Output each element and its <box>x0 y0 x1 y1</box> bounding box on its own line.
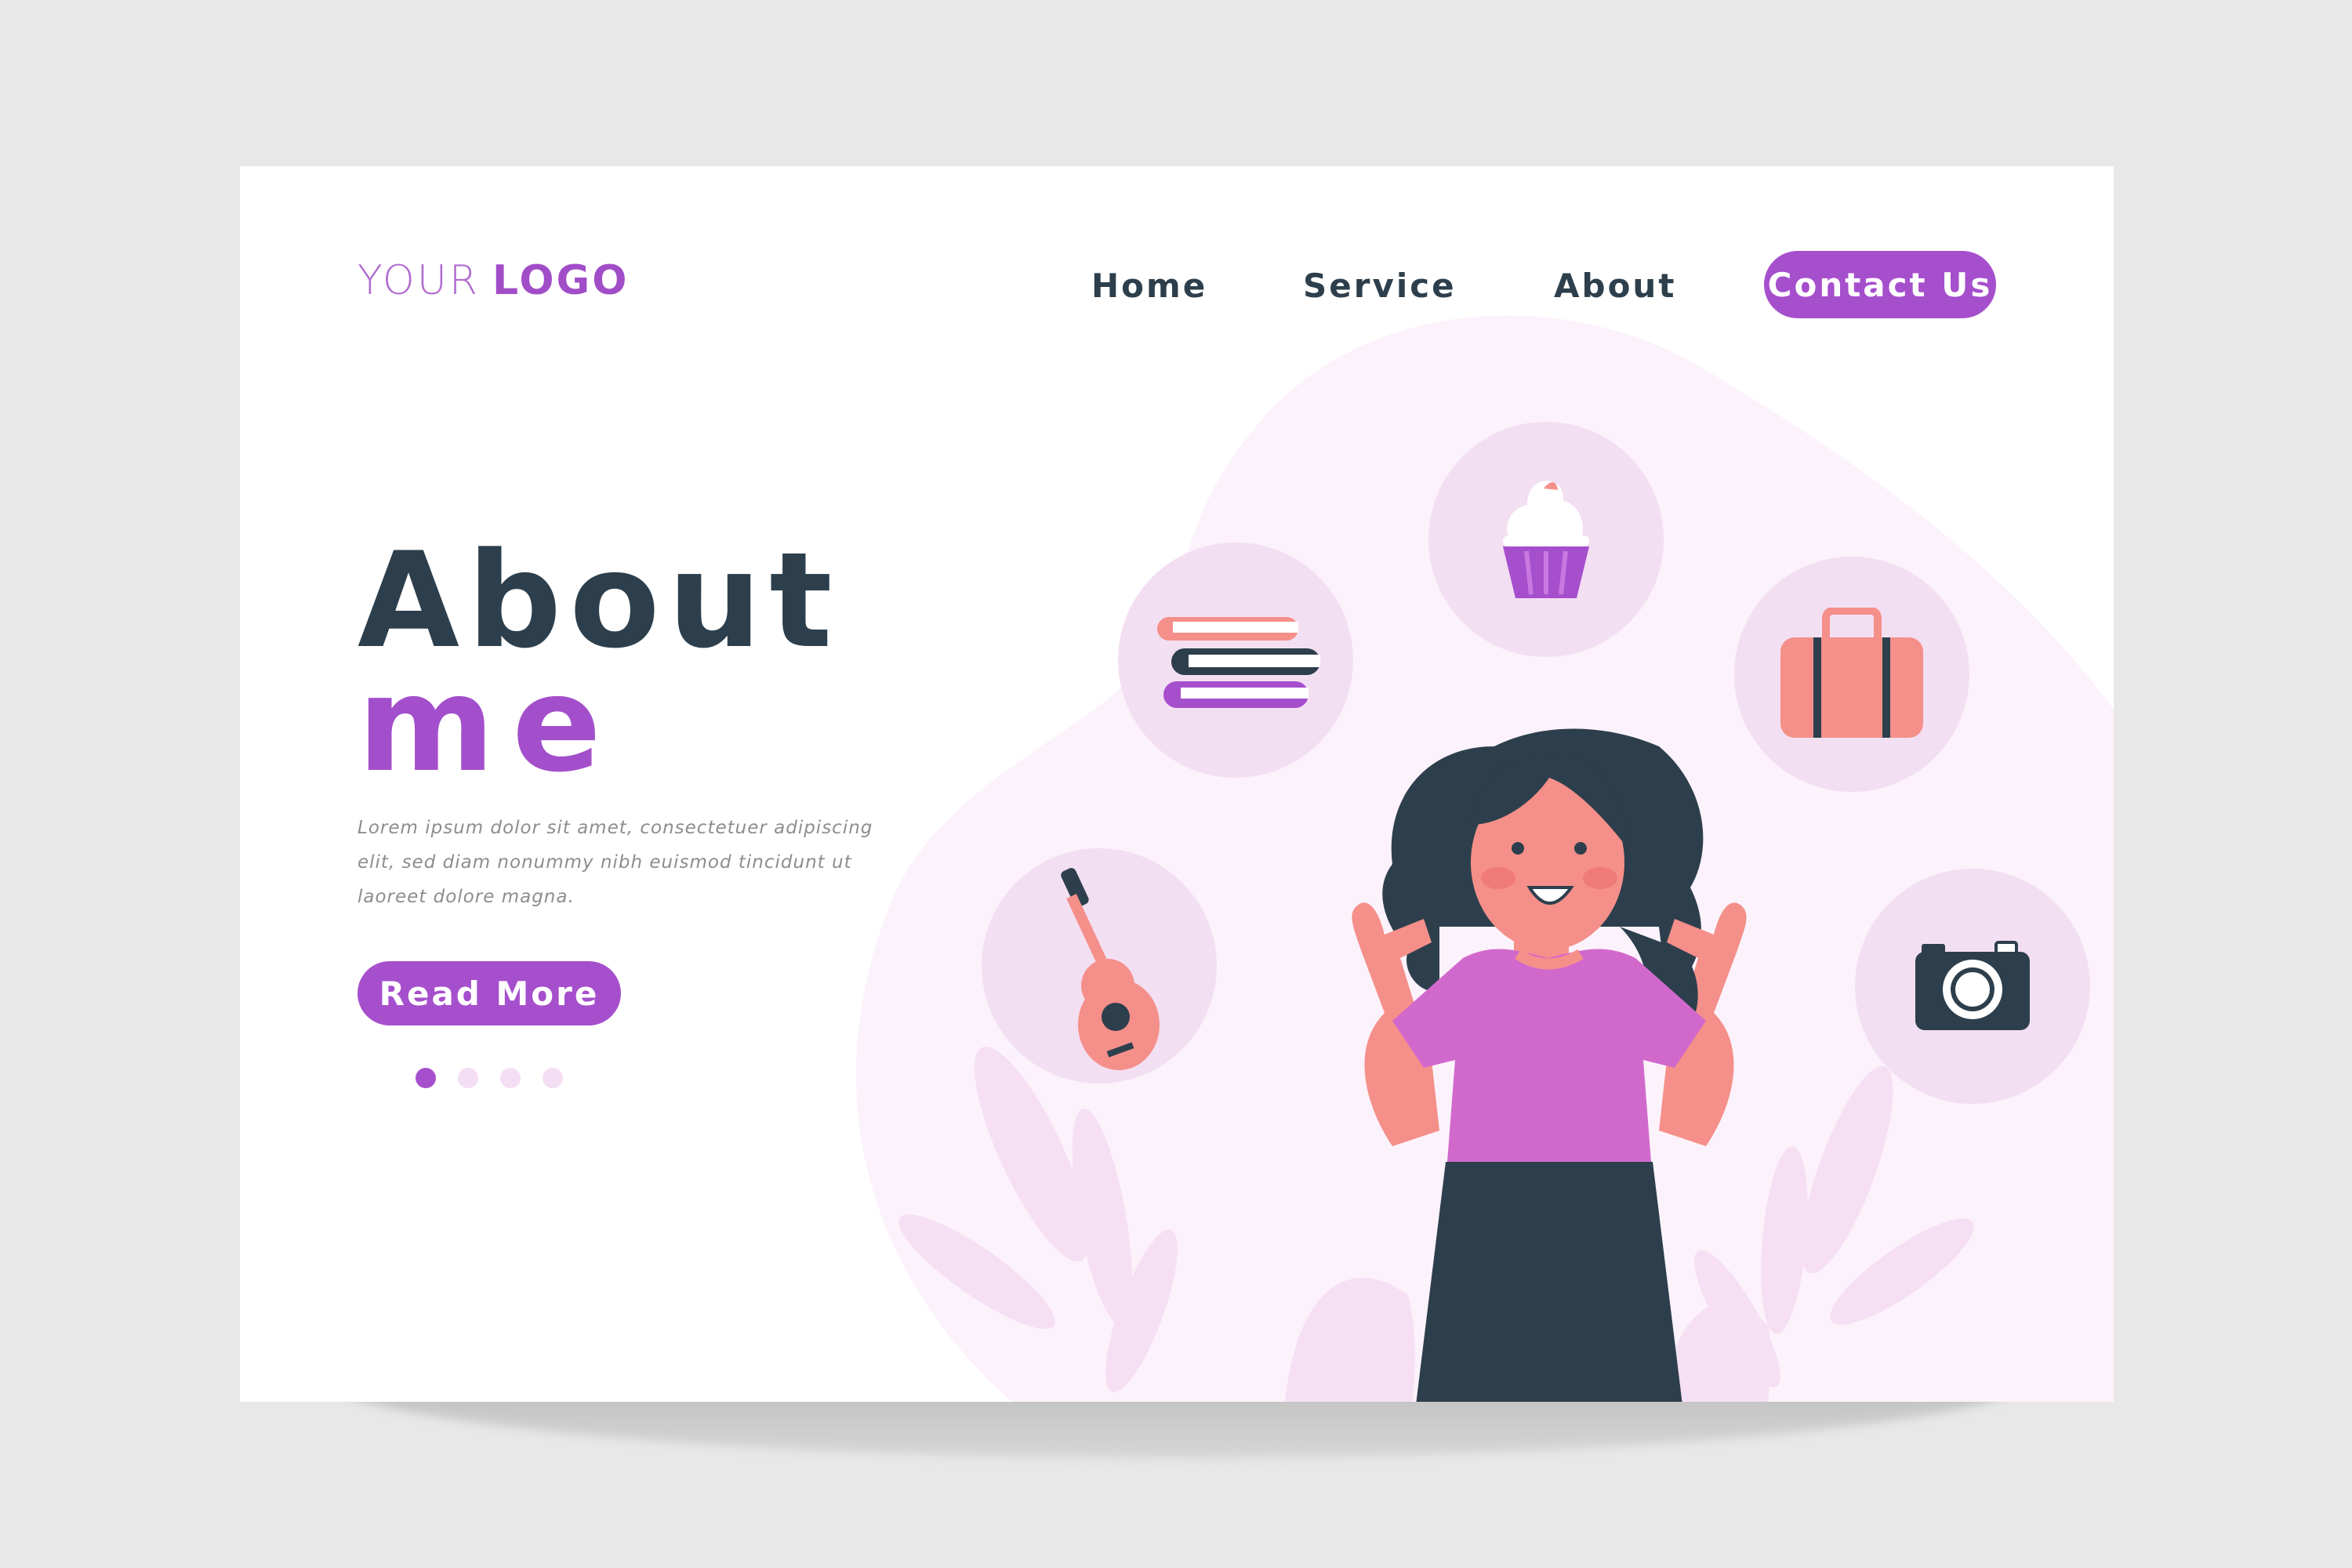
logo-text-bold: LOGO <box>492 257 630 304</box>
contact-us-button[interactable]: Contact Us <box>1764 251 1996 318</box>
cupcake-circle <box>1428 422 1664 657</box>
page-title-line1: About <box>358 524 840 677</box>
read-more-button[interactable]: Read More <box>358 961 621 1025</box>
camera-icon <box>1915 941 2030 1030</box>
guitar-icon <box>1061 868 1160 1070</box>
landing-page-card: YOUR LOGO Home Service About Contact Us A… <box>240 166 2114 1402</box>
logo[interactable]: YOUR LOGO <box>358 257 629 304</box>
nav-home[interactable]: Home <box>1091 267 1207 305</box>
cupcake-icon <box>1503 479 1589 598</box>
guitar-circle <box>982 848 1217 1083</box>
page-title-line2: me <box>358 648 619 801</box>
carousel-dot-1[interactable] <box>416 1068 436 1088</box>
woman-illustration <box>1352 728 1747 1402</box>
hero-description: Lorem ipsum dolor sit amet, consectetuer… <box>358 818 873 907</box>
logo-text-light: YOUR <box>358 257 481 304</box>
camera-circle <box>1855 869 2090 1104</box>
nav-about[interactable]: About <box>1554 267 1676 305</box>
carousel-dot-3[interactable] <box>500 1068 521 1088</box>
carousel-dot-4[interactable] <box>543 1068 563 1088</box>
nav-service[interactable]: Service <box>1303 267 1457 305</box>
carousel-dot-2[interactable] <box>458 1068 478 1088</box>
